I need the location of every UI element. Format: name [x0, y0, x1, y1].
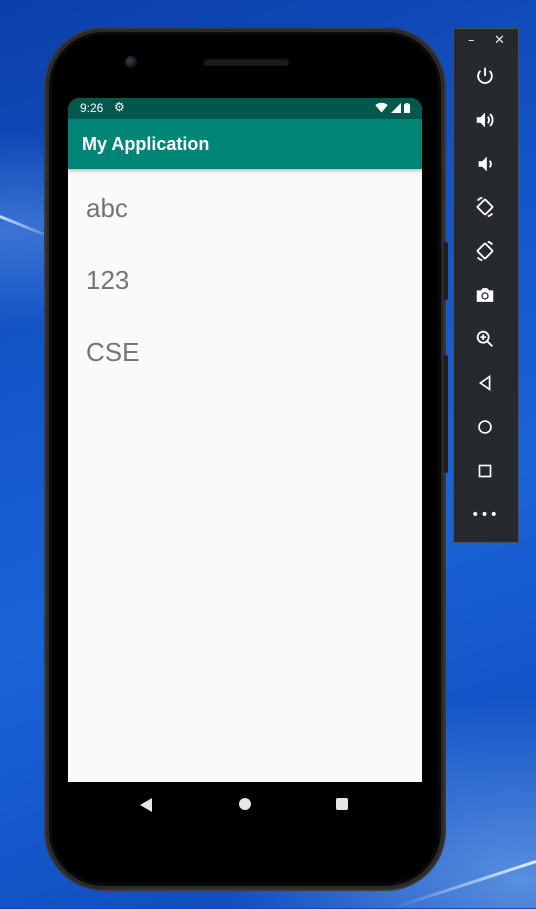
- earpiece-speaker: [203, 58, 289, 66]
- nav-recents-icon[interactable]: [336, 798, 348, 810]
- back-button[interactable]: [470, 368, 500, 398]
- battery-icon: [404, 102, 410, 113]
- status-time: 9:26: [80, 101, 104, 115]
- minimize-button[interactable]: –: [468, 33, 475, 48]
- home-button[interactable]: [470, 412, 500, 442]
- camera-icon: [476, 288, 494, 302]
- phone-volume-keys[interactable]: [444, 355, 448, 473]
- status-bar: 9:26 ⚙: [68, 98, 422, 119]
- rotate-right-icon: [476, 240, 494, 262]
- volume-up-button[interactable]: [470, 105, 500, 135]
- volume-up-icon: [476, 112, 494, 128]
- phone-power-key[interactable]: [444, 242, 448, 300]
- overview-icon: [478, 464, 492, 478]
- cell-signal-icon: [391, 102, 401, 113]
- nav-home-icon[interactable]: [239, 798, 251, 810]
- settings-gear-icon: ⚙: [114, 100, 125, 114]
- app-title: My Application: [82, 134, 210, 154]
- rotate-right-button[interactable]: [470, 236, 500, 266]
- text-line-1: abc: [86, 193, 128, 223]
- power-button[interactable]: [470, 61, 500, 91]
- more-button[interactable]: •••: [470, 500, 500, 530]
- device-screen: 9:26 ⚙ My Application abc 123 CSE: [68, 98, 422, 782]
- volume-down-icon: [478, 156, 492, 172]
- overview-button[interactable]: [470, 456, 500, 486]
- text-line-2: 123: [86, 265, 130, 295]
- more-icon: •••: [471, 507, 499, 523]
- back-icon: [478, 374, 491, 392]
- front-camera: [125, 56, 137, 68]
- volume-down-button[interactable]: [470, 149, 500, 179]
- wifi-icon: [375, 102, 388, 113]
- app-toolbar: My Application: [68, 119, 422, 169]
- screenshot-button[interactable]: [470, 280, 500, 310]
- status-indicators: [375, 102, 410, 113]
- close-button[interactable]: ✕: [494, 33, 505, 48]
- rotate-left-button[interactable]: [470, 192, 500, 222]
- power-icon: [477, 67, 493, 84]
- home-icon: [478, 420, 492, 434]
- android-nav-bar: [68, 782, 422, 828]
- text-line-3: CSE: [86, 337, 140, 367]
- emulator-toolbar: – ✕ •••: [453, 28, 519, 543]
- zoom-button[interactable]: [470, 324, 500, 354]
- rotate-left-icon: [476, 196, 494, 218]
- zoom-icon: [476, 330, 493, 347]
- nav-back-icon[interactable]: [140, 798, 152, 812]
